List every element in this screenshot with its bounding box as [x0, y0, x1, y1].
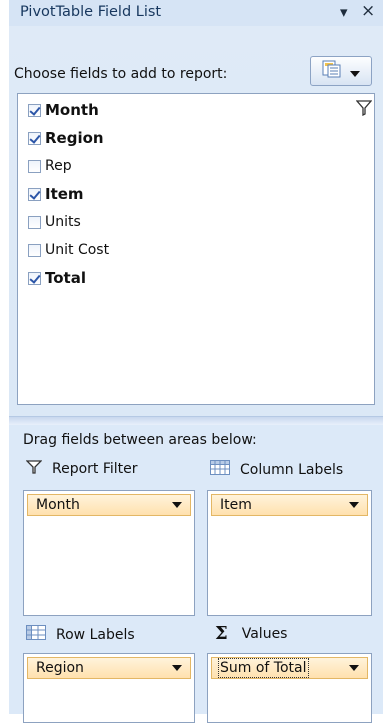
close-icon[interactable]: × [361, 1, 375, 21]
field-label: Item [45, 185, 84, 203]
field-item-month[interactable]: Month [28, 99, 99, 121]
field-item-item[interactable]: Item [28, 183, 84, 205]
values-label: Values [241, 626, 288, 642]
column-labels-chip-label: Item [220, 497, 252, 513]
values-header: Σ Values [215, 625, 287, 643]
column-grid-icon [210, 460, 230, 479]
report-filter-chip-month[interactable]: Month [27, 494, 191, 516]
field-item-region[interactable]: Region [28, 127, 104, 149]
row-grid-icon [26, 625, 46, 644]
pivot-field-list-pane: PivotTable Field List ▾ × Choose fields … [0, 0, 383, 723]
field-item-total[interactable]: Total [28, 267, 86, 289]
field-item-units[interactable]: Units [28, 211, 81, 233]
field-checkbox[interactable] [28, 103, 41, 117]
column-labels-chip-item[interactable]: Item [211, 494, 368, 516]
field-checkbox[interactable] [28, 243, 41, 257]
choose-fields-label: Choose fields to add to report: [14, 66, 228, 82]
column-labels-label: Column Labels [240, 461, 344, 478]
report-filter-chip-label: Month [36, 497, 80, 513]
title-bar: PivotTable Field List ▾ × [9, 0, 383, 26]
chevron-down-icon[interactable] [172, 665, 182, 671]
drag-fields-label: Drag fields between areas below: [23, 432, 257, 448]
field-checkbox[interactable] [28, 159, 41, 173]
report-filter-header: Report Filter [25, 460, 138, 478]
row-labels-label: Row Labels [56, 626, 135, 643]
field-layout-button[interactable] [310, 56, 372, 86]
report-filter-label: Report Filter [52, 461, 138, 477]
field-list[interactable]: Month Region Rep Item Units Unit Cost Total [17, 93, 375, 405]
field-checkbox[interactable] [28, 187, 41, 201]
report-filter-area[interactable]: Month [23, 490, 195, 616]
pane-splitter[interactable] [9, 416, 383, 425]
row-labels-chip-label: Region [36, 660, 84, 676]
values-chip-sum-of-total[interactable]: Sum of Total [211, 657, 368, 679]
field-checkbox[interactable] [28, 131, 41, 145]
column-labels-area[interactable]: Item [207, 490, 372, 616]
values-area[interactable]: Sum of Total [207, 653, 372, 723]
field-item-rep[interactable]: Rep [28, 155, 72, 177]
filter-icon [25, 460, 43, 478]
chevron-down-icon[interactable] [172, 502, 182, 508]
left-margin [0, 0, 9, 714]
row-labels-area[interactable]: Region [23, 653, 195, 723]
field-label: Units [45, 214, 81, 230]
pane-options-dropdown-icon[interactable]: ▾ [340, 3, 348, 21]
field-label: Unit Cost [45, 242, 110, 258]
values-chip-label: Sum of Total [218, 658, 309, 678]
field-item-unit-cost[interactable]: Unit Cost [28, 239, 109, 261]
field-layout-icon [322, 60, 342, 82]
chevron-down-icon [350, 62, 360, 81]
sigma-icon: Σ [215, 623, 228, 644]
field-checkbox[interactable] [28, 215, 41, 229]
field-label: Rep [45, 158, 72, 174]
field-label: Month [45, 101, 99, 119]
field-label: Total [45, 269, 86, 287]
chevron-down-icon[interactable] [349, 665, 359, 671]
row-labels-header: Row Labels [26, 625, 135, 644]
pane-title: PivotTable Field List [20, 4, 162, 20]
chevron-down-icon[interactable] [349, 502, 359, 508]
field-label: Region [45, 129, 104, 147]
field-checkbox[interactable] [28, 271, 41, 285]
column-labels-header: Column Labels [210, 460, 343, 479]
row-labels-chip-region[interactable]: Region [27, 657, 191, 679]
funnel-filter-icon[interactable] [355, 100, 373, 120]
